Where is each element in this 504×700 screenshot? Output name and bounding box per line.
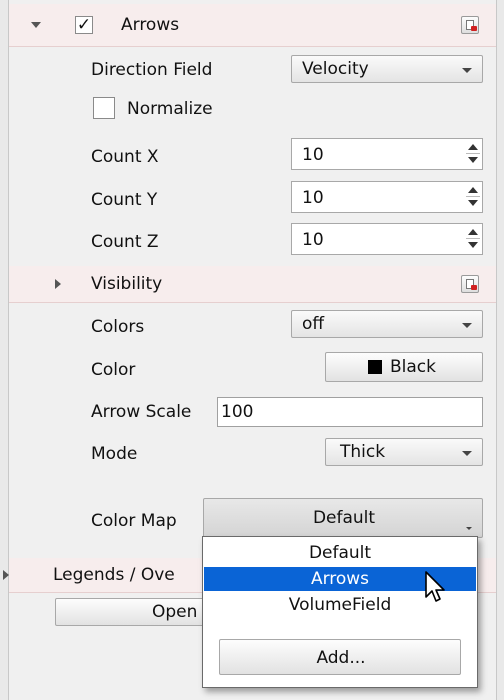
add-button-label: Add... — [316, 648, 366, 668]
reset-page-icon[interactable] — [461, 275, 479, 293]
colors-combo[interactable]: off — [291, 310, 483, 338]
direction-field-combo[interactable]: Velocity — [291, 55, 483, 83]
color-map-value: Default — [312, 508, 376, 528]
colors-label: Colors — [91, 317, 145, 337]
spin-arrows-icon[interactable] — [466, 226, 480, 252]
count-x-label: Count X — [91, 147, 159, 167]
normalize-label: Normalize — [127, 99, 213, 119]
color-map-label: Color Map — [91, 511, 177, 531]
cursor-icon — [425, 571, 445, 602]
count-z-value: 10 — [302, 230, 324, 250]
spin-arrows-icon[interactable] — [466, 141, 480, 167]
mode-value: Thick — [340, 442, 386, 462]
color-button[interactable]: Black — [325, 352, 483, 382]
normalize-checkbox[interactable] — [93, 97, 115, 119]
expand-right-icon[interactable] — [55, 279, 61, 289]
legends-title: Legends / Ove — [53, 565, 175, 585]
color-swatch — [368, 360, 382, 374]
chevron-down-icon — [466, 527, 472, 530]
count-y-label: Count Y — [91, 190, 158, 210]
spin-arrows-icon[interactable] — [466, 184, 480, 210]
color-map-dropdown: Default Arrows VolumeField Add... — [202, 536, 478, 688]
color-map-combo[interactable]: Default — [203, 498, 483, 538]
count-x-spinbox[interactable]: 10 — [291, 138, 483, 170]
chevron-down-icon — [462, 323, 472, 328]
mode-label: Mode — [91, 444, 138, 464]
direction-field-label: Direction Field — [91, 60, 213, 80]
add-color-map-button[interactable]: Add... — [219, 639, 461, 675]
mode-combo[interactable]: Thick — [325, 438, 483, 466]
arrow-scale-input[interactable]: 100 — [217, 397, 483, 427]
reset-page-icon[interactable] — [461, 16, 479, 34]
colors-value: off — [302, 314, 325, 334]
chevron-down-icon — [462, 68, 472, 73]
arrows-enabled-checkbox[interactable]: ✓ — [75, 16, 93, 34]
option-default[interactable]: Default — [204, 541, 476, 565]
expand-down-icon[interactable] — [31, 22, 41, 28]
count-y-spinbox[interactable]: 10 — [291, 181, 483, 213]
count-z-spinbox[interactable]: 10 — [291, 223, 483, 255]
count-z-label: Count Z — [91, 232, 159, 252]
color-label: Color — [91, 360, 136, 380]
expand-right-icon[interactable] — [3, 570, 9, 580]
count-y-value: 10 — [302, 188, 324, 208]
arrow-scale-value: 100 — [221, 402, 254, 422]
count-x-value: 10 — [302, 145, 324, 165]
arrows-section-header[interactable]: ✓ Arrows — [9, 4, 496, 47]
visibility-title: Visibility — [91, 274, 163, 294]
arrow-scale-label: Arrow Scale — [91, 402, 192, 422]
color-value: Black — [390, 357, 436, 377]
visibility-section-header[interactable]: Visibility — [9, 266, 496, 303]
chevron-down-icon — [462, 451, 472, 456]
direction-field-value: Velocity — [302, 59, 369, 79]
arrows-title: Arrows — [121, 15, 180, 35]
